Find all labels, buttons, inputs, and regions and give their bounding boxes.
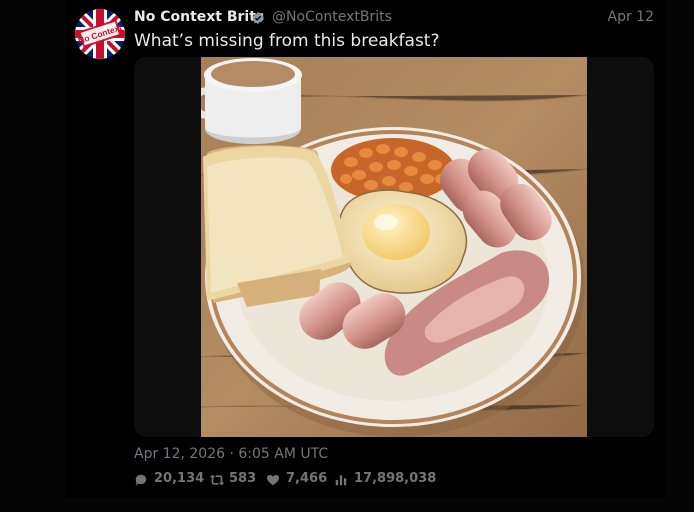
author-handle[interactable]: @NoContextBrits <box>272 9 392 25</box>
tweet-text: What’s missing from this breakfast? <box>134 31 440 51</box>
like-count: 7,466 <box>286 471 328 486</box>
avatar[interactable]: No Context <box>75 9 125 59</box>
tweet-header: No Context Brits @NoContextBrits Apr 12 <box>134 8 656 30</box>
retweet-icon <box>209 474 225 486</box>
views-chart-icon <box>335 475 347 486</box>
retweet-count: 583 <box>229 471 257 486</box>
reply-count: 20,134 <box>154 471 205 486</box>
tweet-date[interactable]: Apr 12 <box>608 9 654 25</box>
tweet-timestamp[interactable]: Apr 12, 2026 · 6:05 AM UTC <box>134 446 328 462</box>
breakfast-photo[interactable] <box>201 57 587 437</box>
views-stat[interactable]: 17,898,038 <box>334 471 437 489</box>
views-count: 17,898,038 <box>354 471 437 486</box>
retweet-stat[interactable]: 583 <box>209 471 264 489</box>
display-name[interactable]: No Context Brits <box>134 9 264 25</box>
verified-badge-icon <box>252 11 264 25</box>
reply-stat[interactable]: 20,134 <box>134 471 204 489</box>
like-stat[interactable]: 7,466 <box>266 471 328 489</box>
breakfast-photo-image <box>201 57 587 437</box>
union-jack-avatar-image: No Context <box>75 9 125 59</box>
reply-icon <box>135 474 147 486</box>
heart-icon <box>266 475 280 486</box>
